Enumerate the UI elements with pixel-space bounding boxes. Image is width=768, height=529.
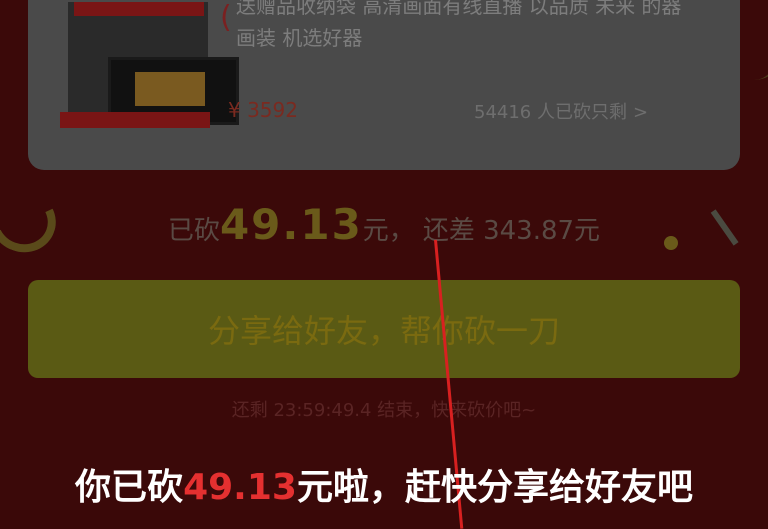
- product-description: 送赠品收纳袋 高清画面有线直播 以品质 未来 的器画装 机选好器: [236, 0, 682, 50]
- thumbnail-banner: [74, 2, 204, 16]
- countdown-text: 还剩 23:59:49.4 结束，快来砍价吧~: [231, 400, 537, 421]
- thumbnail-label: [60, 112, 210, 128]
- ornament-icon: [728, 40, 768, 80]
- share-button[interactable]: 分享给好友，帮你砍一刀: [28, 280, 740, 378]
- caption-amount: 49.13: [183, 467, 297, 508]
- chevron-right-icon: >: [632, 102, 649, 123]
- product-image-content: [135, 72, 205, 106]
- progress-unit: 元，: [362, 216, 415, 246]
- sold-count-text: 54416 人已砍只剩: [474, 102, 627, 123]
- caption-prefix: 你已砍: [75, 467, 184, 508]
- caption: 你已砍49.13元啦，赶快分享给好友吧: [0, 458, 768, 510]
- product-price: ¥ 3592: [228, 98, 298, 122]
- caption-suffix: 元啦，赶快分享给好友吧: [296, 467, 693, 508]
- progress-prefix: 已砍: [167, 216, 220, 246]
- bracket-decoration: (: [220, 0, 232, 35]
- progress-amount: 49.13: [219, 200, 363, 249]
- progress-remaining: 还差 343.87元: [422, 216, 601, 246]
- sold-count[interactable]: 54416 人已砍只剩 >: [474, 98, 648, 124]
- bargain-progress: 已砍49.13元， 还差 343.87元: [0, 200, 768, 249]
- product-card[interactable]: ( 送赠品收纳袋 高清画面有线直播 以品质 未来 的器画装 机选好器 ¥ 359…: [28, 0, 740, 170]
- product-thumbnail[interactable]: [68, 2, 239, 125]
- bargain-screen: ( 送赠品收纳袋 高清画面有线直播 以品质 未来 的器画装 机选好器 ¥ 359…: [0, 0, 768, 529]
